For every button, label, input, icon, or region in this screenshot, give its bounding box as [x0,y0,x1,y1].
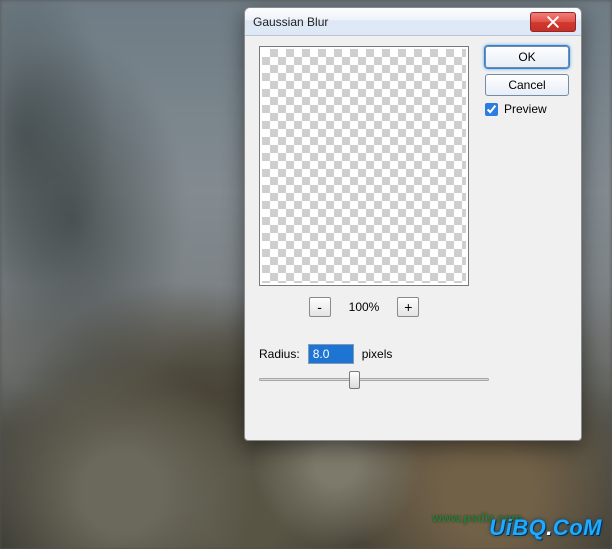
ok-button[interactable]: OK [485,46,569,68]
close-button[interactable] [530,12,576,32]
radius-input[interactable] [308,344,354,364]
ok-label: OK [518,50,535,64]
zoom-out-button[interactable]: - [309,297,331,317]
dialog-title: Gaussian Blur [253,15,530,29]
slider-thumb[interactable] [349,371,360,389]
gaussian-blur-dialog: Gaussian Blur - 100% + OK Cancel [244,7,582,441]
minus-icon: - [317,300,322,314]
dialog-client: - 100% + OK Cancel Preview Radius: pixel… [245,36,581,440]
transparency-checker [262,49,466,283]
preview-label: Preview [504,102,547,116]
radius-label: Radius: [259,347,300,361]
radius-slider[interactable] [259,368,489,392]
zoom-in-button[interactable]: + [397,297,419,317]
slider-track [259,378,489,381]
cancel-button[interactable]: Cancel [485,74,569,96]
plus-icon: + [404,300,412,314]
zoom-value: 100% [349,300,380,314]
dialog-titlebar[interactable]: Gaussian Blur [245,8,581,36]
dialog-side-buttons: OK Cancel Preview [485,46,569,116]
close-icon [547,16,559,28]
zoom-controls: - 100% + [259,294,469,320]
preview-toggle[interactable]: Preview [485,102,569,116]
radius-row: Radius: pixels [259,344,392,364]
radius-unit: pixels [362,347,393,361]
cancel-label: Cancel [508,78,545,92]
preview-checkbox[interactable] [485,103,498,116]
preview-area[interactable] [259,46,469,286]
